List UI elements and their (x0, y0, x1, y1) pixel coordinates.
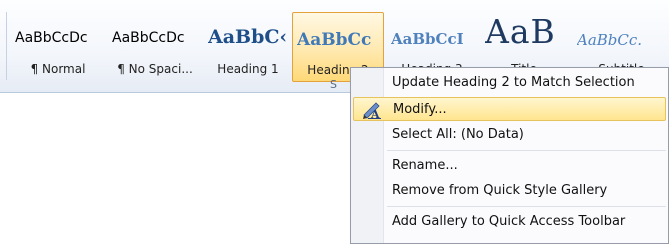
style-label: Heading 1 (217, 62, 279, 76)
style-context-menu: Update Heading 2 to Match Selection A Mo… (350, 67, 669, 244)
menu-item-add-gallery-to-qat[interactable]: Add Gallery to Quick Access Toolbar (353, 210, 666, 234)
menu-item-rename[interactable]: Rename... (353, 154, 666, 178)
menu-separator (387, 150, 666, 151)
menu-item-update-heading[interactable]: Update Heading 2 to Match Selection (353, 71, 666, 95)
menu-item-label: Add Gallery to Quick Access Toolbar (392, 214, 626, 229)
style-sample: AaBbCc (297, 30, 372, 50)
style-sample: AaBbC‹ (208, 26, 288, 48)
style-sample: AaBbCcDc (15, 30, 88, 46)
style-tile-no-spacing[interactable]: AaBbCcDc ¶ No Spaci... (108, 12, 202, 82)
style-sample: AaBbCcI (391, 30, 464, 48)
menu-item-label: Select All: (No Data) (392, 127, 524, 142)
style-tile-normal[interactable]: AaBbCcDc ¶ Normal (11, 12, 105, 82)
ribbon-group-label: S (330, 78, 337, 91)
modify-style-icon: A (362, 101, 382, 121)
style-label: ¶ Normal (30, 62, 86, 76)
menu-item-label: Update Heading 2 to Match Selection (392, 75, 635, 90)
svg-text:A: A (370, 108, 380, 119)
style-tile-heading-1[interactable]: AaBbC‹ Heading 1 (204, 12, 292, 82)
menu-item-remove-from-gallery[interactable]: Remove from Quick Style Gallery (353, 179, 666, 203)
style-sample: AaBbCcDc (112, 30, 185, 46)
menu-item-select-all[interactable]: Select All: (No Data) (353, 123, 666, 147)
style-label: ¶ No Spaci... (117, 62, 193, 76)
menu-separator (387, 206, 666, 207)
style-sample: AaBbCc. (577, 31, 643, 49)
menu-item-label: Rename... (392, 158, 458, 173)
style-sample: AaB (485, 12, 556, 51)
menu-item-label: Modify... (393, 102, 447, 117)
menu-item-label: Remove from Quick Style Gallery (392, 183, 608, 198)
menu-item-modify[interactable]: A Modify... (353, 97, 666, 121)
